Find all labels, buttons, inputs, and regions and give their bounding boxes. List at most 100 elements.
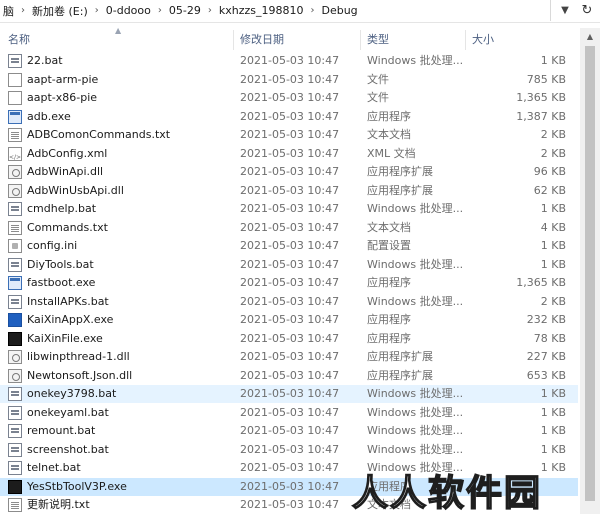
file-date: 2021-05-03 10:47 [240,54,340,67]
dll-file-icon [8,350,22,364]
column-divider[interactable] [465,30,466,50]
file-type: 文本文档 [367,128,411,141]
breadcrumb-item[interactable]: kxhzzs_198810 [216,4,307,17]
file-date: 2021-05-03 10:47 [240,498,340,511]
column-type[interactable]: 类型 [367,28,389,52]
file-row[interactable]: AdbWinApi.dll 2021-05-03 10:47 应用程序扩展 96 KB [0,163,578,181]
file-size: 1,365 KB [516,91,566,104]
file-row[interactable]: DiyTools.bat 2021-05-03 10:47 Windows 批处理.… [0,256,578,274]
file-name: DiyTools.bat [27,257,94,271]
file-name: Commands.txt [27,220,108,234]
file-name: onekey3798.bat [27,387,117,400]
file-size: 1,365 KB [516,276,566,289]
file-name: config.ini [27,239,78,252]
file-row[interactable]: 22.bat 2021-05-03 10:47 Windows 批处理... 1 KB [0,52,578,70]
exe-blue-file-icon [8,313,22,327]
file-name: remount.bat [27,424,96,437]
file-date: 2021-05-03 10:47 [240,239,340,252]
bat-file-icon [8,257,22,272]
file-row[interactable]: AdbConfig.xml 2021-05-03 10:47 XML 文档 2 KB [0,145,578,167]
file-row[interactable]: screenshot.bat 2021-05-03 10:47 Windows 批处… [0,441,578,459]
bat-file-icon [8,294,22,309]
refresh-icon[interactable]: ↻ [578,3,596,18]
file-size: 653 KB [526,368,566,382]
file-type: Windows 批处理... [367,294,464,308]
ini-file-icon [8,239,22,253]
breadcrumb-item[interactable]: 新加卷 (E:) [29,3,91,19]
breadcrumb-separator-icon[interactable]: › [204,5,216,16]
file-name: fastboot.exe [27,276,96,289]
file-size: 1 KB [540,257,566,271]
breadcrumb-separator-icon[interactable]: › [17,5,29,16]
breadcrumb-separator-icon[interactable]: › [91,5,103,16]
file-type: Windows 批处理... [367,405,464,419]
file-row[interactable]: ADBComonCommands.txt 2021-05-03 10:47 文本文档… [0,126,578,144]
file-date: 2021-05-03 10:47 [240,109,340,123]
file-name: screenshot.bat [27,442,109,456]
file-type: 应用程序 [367,276,411,289]
file-row[interactable]: aapt-arm-pie 2021-05-03 10:47 文件 785 KB [0,71,578,89]
file-row[interactable]: Commands.txt 2021-05-03 10:47 文本文档 4 KB [0,219,578,237]
bat-file-icon [8,54,22,68]
file-type: 应用程序扩展 [367,183,433,197]
file-date: 2021-05-03 10:47 [240,276,340,289]
file-type: 应用程序 [367,313,411,326]
file-date: 2021-05-03 10:47 [240,387,340,400]
xml-file-icon [8,146,22,167]
file-row[interactable]: adb.exe 2021-05-03 10:47 应用程序 1,387 KB [0,108,578,126]
file-row[interactable]: AdbWinUsbApi.dll 2021-05-03 10:47 应用程序扩展 62… [0,182,578,200]
file-name: 更新说明.txt [27,498,90,511]
file-row[interactable]: remount.bat 2021-05-03 10:47 Windows 批处理..… [0,422,578,440]
file-row[interactable]: aapt-x86-pie 2021-05-03 10:47 文件 1,365 KB [0,89,578,107]
file-type: 应用程序扩展 [367,165,433,178]
file-row[interactable]: KaiXinFile.exe 2021-05-03 10:47 应用程序 78 KB [0,330,578,348]
file-row[interactable]: config.ini 2021-05-03 10:47 配置设置 1 KB [0,237,578,255]
breadcrumb-item[interactable]: 05-29 [166,4,204,17]
breadcrumb-item[interactable]: 0-ddooo [103,4,154,17]
column-date[interactable]: 修改日期 [240,28,284,52]
file-name: cmdhelp.bat [27,202,97,215]
file-size: 2 KB [540,146,566,160]
breadcrumb[interactable]: 脑 › 新加卷 (E:) › 0-ddooo › 05-29 › kxhzzs_198810 › D… [0,0,551,21]
txt-file-icon [8,498,22,512]
file-row[interactable]: InstallAPKs.bat 2021-05-03 10:47 Windows 批… [0,293,578,311]
file-row[interactable]: onekey3798.bat 2021-05-03 10:47 Windows 批处… [0,385,578,403]
chevron-down-icon[interactable]: ▼ [556,3,574,18]
column-name[interactable]: 名称 [8,28,30,52]
file-row[interactable]: cmdhelp.bat 2021-05-03 10:47 Windows 批处理..… [0,200,578,218]
file-size: 1 KB [540,442,566,456]
dll-file-icon [8,165,22,179]
file-date: 2021-05-03 10:47 [240,183,340,197]
column-divider[interactable] [360,30,361,50]
column-divider[interactable] [233,30,234,50]
file-name: aapt-arm-pie [27,72,99,86]
file-row[interactable]: KaiXinAppX.exe 2021-05-03 10:47 应用程序 232 KB [0,311,578,329]
bat-file-icon [8,387,22,401]
breadcrumb-separator-icon[interactable]: › [154,5,166,16]
breadcrumb-item[interactable]: Debug [318,4,360,17]
file-size: 227 KB [526,350,566,363]
file-name: AdbWinUsbApi.dll [27,183,124,197]
bat-file-icon [8,424,22,438]
breadcrumb-item[interactable]: 脑 [0,3,17,19]
file-row[interactable]: fastboot.exe 2021-05-03 10:47 应用程序 1,365 KB [0,274,578,292]
bat-file-icon [8,405,22,420]
file-date: 2021-05-03 10:47 [240,313,340,326]
file-type: 应用程序 [367,331,411,345]
address-bar[interactable]: 脑 › 新加卷 (E:) › 0-ddooo › 05-29 › kxhzzs_198810 › D… [0,0,600,23]
file-size: 1 KB [540,405,566,419]
column-size[interactable]: 大小 [472,28,494,52]
column-header: 名称 修改日期 类型 大小 [0,28,578,52]
file-row[interactable]: libwinpthread-1.dll 2021-05-03 10:47 应用程序扩… [0,348,578,366]
file-date: 2021-05-03 10:47 [240,461,340,474]
scroll-up-icon[interactable]: ▲ [580,28,600,44]
file-row[interactable]: onekeyaml.bat 2021-05-03 10:47 Windows 批处理… [0,404,578,422]
scrollbar-thumb[interactable] [585,46,595,501]
vertical-scrollbar[interactable]: ▲ [580,28,600,514]
file-size: 1,387 KB [516,109,566,123]
file-row[interactable]: Newtonsoft.Json.dll 2021-05-03 10:47 应用程序扩… [0,367,578,385]
breadcrumb-separator-icon[interactable]: › [306,5,318,16]
file-name: ADBComonCommands.txt [27,128,171,141]
file-size: 1 KB [540,387,566,400]
file-name: AdbConfig.xml [27,146,108,160]
